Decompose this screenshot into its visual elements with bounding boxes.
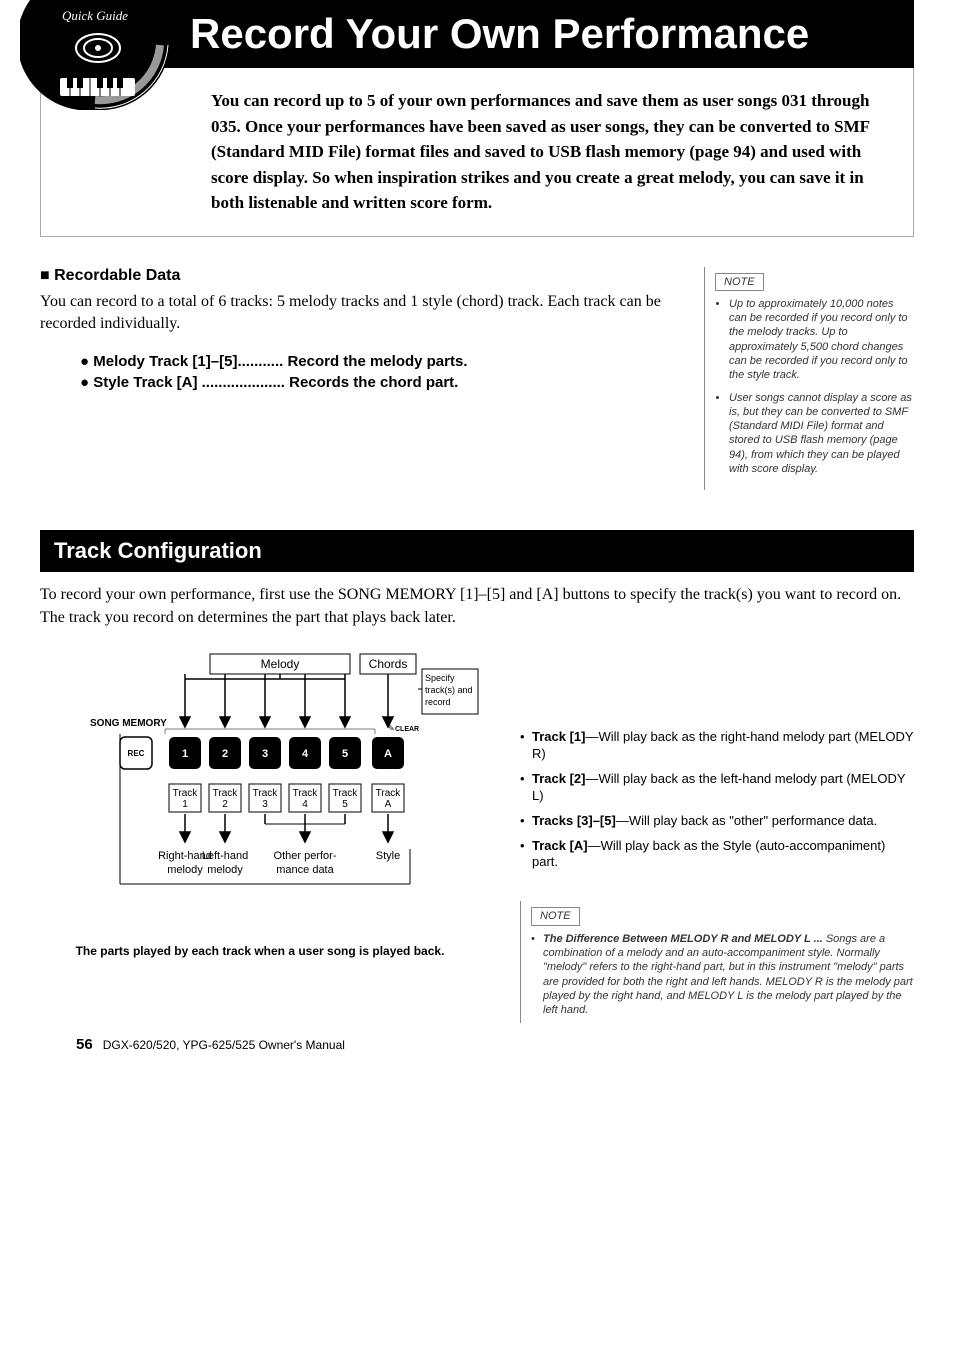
svg-text:mance data: mance data xyxy=(276,864,334,876)
svg-text:2: 2 xyxy=(222,748,228,760)
svg-text:Track: Track xyxy=(253,788,279,799)
svg-text:Melody: Melody xyxy=(261,657,300,671)
svg-text:Chords: Chords xyxy=(369,657,408,671)
svg-text:melody: melody xyxy=(167,864,203,876)
svg-text:4: 4 xyxy=(302,799,308,810)
svg-text:Left-hand: Left-hand xyxy=(202,850,248,862)
list-item: Track [2]—Will play back as the left-han… xyxy=(520,771,914,805)
svg-text:3: 3 xyxy=(262,799,268,810)
page-footer: 56 DGX-620/520, YPG-625/525 Owner's Manu… xyxy=(76,1036,345,1053)
svg-text:3: 3 xyxy=(262,748,268,760)
note2-body: Songs are a combination of a melody and … xyxy=(543,933,913,1016)
svg-text:Track: Track xyxy=(213,788,239,799)
diagram-caption: The parts played by each track when a us… xyxy=(40,944,480,960)
note-box-2: NOTE • The Difference Between MELODY R a… xyxy=(520,901,914,1023)
manual-name: DGX-620/520, YPG-625/525 Owner's Manual xyxy=(103,1038,345,1052)
track-bullets: ● Melody Track [1]–[5]........... Record… xyxy=(80,353,674,391)
svg-text:5: 5 xyxy=(342,748,348,760)
note2-lead: The Difference Between MELODY R and MELO… xyxy=(543,933,823,945)
svg-text:melody: melody xyxy=(207,864,243,876)
track-diagram: Melody Chords Specify track(s) and recor… xyxy=(40,649,480,960)
header: Quick Guide Record Your Own Performance … xyxy=(40,0,914,237)
svg-text:Track: Track xyxy=(173,788,199,799)
svg-text:4: 4 xyxy=(302,748,309,760)
svg-text:Quick Guide: Quick Guide xyxy=(62,8,128,23)
svg-text:Track: Track xyxy=(333,788,359,799)
recordable-body: You can record to a total of 6 tracks: 5… xyxy=(40,291,674,336)
track-config-body: To record your own performance, first us… xyxy=(40,584,914,629)
list-item: Track [1]—Will play back as the right-ha… xyxy=(520,729,914,763)
bullet-melody: ● Melody Track [1]–[5]........... Record… xyxy=(80,353,674,370)
svg-text:✎: ✎ xyxy=(388,724,395,733)
svg-text:2: 2 xyxy=(222,799,228,810)
track-config-heading: Track Configuration xyxy=(40,530,914,572)
svg-text:record: record xyxy=(425,697,451,707)
list-item: Tracks [3]–[5]—Will play back as "other"… xyxy=(520,813,914,830)
svg-text:1: 1 xyxy=(182,748,188,760)
svg-text:Specify: Specify xyxy=(425,673,455,683)
note-label: NOTE xyxy=(715,273,764,291)
svg-text:1: 1 xyxy=(182,799,188,810)
quick-guide-badge: Quick Guide xyxy=(20,0,170,110)
page-title: Record Your Own Performance xyxy=(40,0,914,68)
intro-text: You can record up to 5 of your own perfo… xyxy=(40,68,914,237)
svg-text:A: A xyxy=(384,748,392,760)
note1-item: Up to approximately 10,000 notes can be … xyxy=(729,297,914,383)
page-number: 56 xyxy=(76,1036,93,1053)
track-playback-list: Track [1]—Will play back as the right-ha… xyxy=(520,729,914,871)
svg-text:Track: Track xyxy=(376,788,402,799)
note-box-1: NOTE Up to approximately 10,000 notes ca… xyxy=(704,267,914,491)
bullet-style: ● Style Track [A] .................... R… xyxy=(80,374,674,391)
svg-text:CLEAR: CLEAR xyxy=(395,726,419,733)
svg-text:5: 5 xyxy=(342,799,348,810)
svg-text:REC: REC xyxy=(128,749,145,758)
note1-item: User songs cannot display a score as is,… xyxy=(729,391,914,477)
svg-text:Track: Track xyxy=(293,788,319,799)
note-label: NOTE xyxy=(531,907,580,925)
svg-text:Style: Style xyxy=(376,850,400,862)
svg-text:SONG MEMORY: SONG MEMORY xyxy=(90,718,167,729)
svg-text:A: A xyxy=(385,799,392,810)
list-item: Track [A]—Will play back as the Style (a… xyxy=(520,838,914,872)
recordable-heading: ■ Recordable Data xyxy=(40,267,674,285)
svg-text:Other perfor-: Other perfor- xyxy=(274,850,337,862)
svg-text:track(s) and: track(s) and xyxy=(425,685,473,695)
